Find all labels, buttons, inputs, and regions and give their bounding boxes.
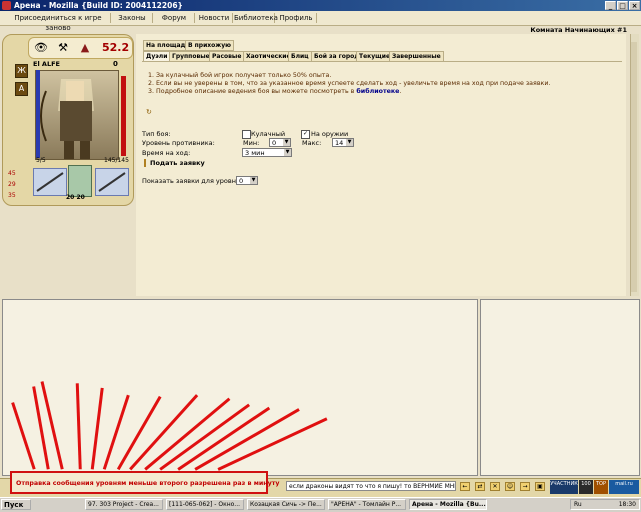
hp-value: 5/5 bbox=[36, 157, 46, 164]
chat-notice: Отправка сообщения уровням меньше второг… bbox=[10, 471, 279, 494]
rules-text: 1. За кулачный бой игрок получает только… bbox=[148, 72, 550, 96]
menu-profile[interactable]: Профиль bbox=[276, 13, 317, 23]
chevron-down-icon: ▼ bbox=[346, 139, 353, 146]
task-1[interactable]: 97. 303 Project - Crea... bbox=[85, 499, 163, 510]
mp-value: 145/145 bbox=[104, 157, 129, 164]
left-weapon-slot[interactable] bbox=[33, 168, 67, 196]
maximize-icon[interactable]: □ bbox=[617, 1, 628, 10]
turn-time-select[interactable]: 3 мин ▼ bbox=[242, 148, 292, 157]
min-level-value: 0 bbox=[272, 139, 277, 147]
mailru-badge[interactable]: mail.ru bbox=[609, 480, 639, 494]
character-toolbar: 👁 ⚒ ▲ 52.2 bbox=[28, 37, 133, 59]
submit-request-button[interactable]: Подать заявку bbox=[144, 159, 205, 167]
min-level-select[interactable]: 0 ▼ bbox=[269, 138, 291, 147]
show-level-select[interactable]: 0 ▼ bbox=[236, 176, 258, 185]
refresh-icon[interactable]: ↻ bbox=[146, 108, 152, 116]
chat-notice-text: Отправка сообщения уровням меньше второг… bbox=[16, 480, 280, 487]
wizard-hat-icon[interactable]: ▲ bbox=[77, 40, 93, 56]
chat-swap-button[interactable]: ⇄ bbox=[475, 482, 485, 491]
armor-slot[interactable] bbox=[68, 165, 92, 197]
show-level-label: Показать заявки для уровня: bbox=[142, 177, 243, 185]
minimize-icon[interactable]: _ bbox=[605, 1, 616, 10]
side-tab-1[interactable]: Ж bbox=[15, 64, 28, 78]
max-level-select[interactable]: 14 ▼ bbox=[332, 138, 354, 147]
chat-options-button[interactable]: ▣ bbox=[535, 482, 545, 491]
scrollbar-thumb[interactable] bbox=[631, 42, 637, 292]
stat-1: 45 bbox=[8, 170, 16, 177]
task-4[interactable]: "АРЕНА" - Томлайн Р... bbox=[328, 499, 406, 510]
users-pane bbox=[480, 299, 640, 476]
chat-send-button[interactable]: → bbox=[520, 482, 530, 491]
fist-checkbox[interactable] bbox=[242, 130, 251, 139]
ammo-count: 20 20 bbox=[66, 194, 85, 201]
weapon-label: На оружии bbox=[311, 130, 349, 138]
character-avatar bbox=[35, 70, 119, 160]
library-link[interactable]: библиотеке bbox=[356, 88, 399, 95]
tools-icon[interactable]: ⚒ bbox=[55, 40, 71, 56]
eye-icon[interactable]: 👁 bbox=[33, 40, 49, 56]
rule-1: 1. За кулачный бой игрок получает только… bbox=[148, 72, 332, 79]
menu-forum[interactable]: Форум bbox=[154, 13, 195, 23]
opponent-level-label: Уровень противника: bbox=[142, 139, 215, 147]
mp-bar bbox=[121, 76, 126, 156]
rule-3-end: . bbox=[399, 88, 402, 95]
member-badge[interactable]: УЧАСТНИК bbox=[550, 480, 578, 494]
turn-time-label: Время на ход: bbox=[142, 149, 191, 157]
player-nick-value: 0 bbox=[113, 60, 118, 68]
player-level: 52.2 bbox=[102, 41, 130, 54]
app-icon bbox=[2, 1, 11, 10]
min-label: Мин: bbox=[243, 139, 260, 147]
site-badges: УЧАСТНИК 100 TOP mail.ru bbox=[550, 480, 640, 494]
tab-hall[interactable]: В прихожую bbox=[185, 40, 235, 51]
taskbar: Пуск 97. 303 Project - Crea... [111-065-… bbox=[0, 497, 641, 512]
menu-library[interactable]: Библиотека bbox=[234, 13, 278, 23]
menu-laws[interactable]: Законы bbox=[112, 13, 153, 23]
chevron-down-icon: ▼ bbox=[250, 177, 257, 184]
menu-news[interactable]: Новости bbox=[196, 13, 233, 23]
system-tray: Ru 18:30 bbox=[570, 499, 640, 510]
top-badge[interactable]: TOP bbox=[594, 480, 608, 494]
menu-bar: Присоединиться к игре заново Законы Фору… bbox=[0, 11, 641, 32]
task-2[interactable]: [111-065-062] - Окно... bbox=[166, 499, 244, 510]
chevron-down-icon: ▼ bbox=[283, 139, 290, 146]
close-icon[interactable]: × bbox=[629, 1, 640, 10]
rule-3-text: 3. Подробное описание ведения боя вы мож… bbox=[148, 88, 357, 95]
fist-label: Кулачный bbox=[251, 130, 286, 138]
player-nick: El ALFE bbox=[33, 60, 60, 68]
menu-rejoin[interactable]: Присоединиться к игре заново bbox=[6, 13, 111, 32]
chat-input[interactable]: если драконы видят то что я пишу! то ВЕР… bbox=[286, 481, 456, 491]
chevron-down-icon: ▼ bbox=[284, 149, 291, 156]
fight-type-label: Тип боя: bbox=[142, 130, 171, 138]
tab-divider bbox=[142, 61, 622, 62]
elf-archer-image bbox=[40, 79, 94, 159]
show-level-value: 0 bbox=[239, 177, 244, 185]
chat-smile-button[interactable]: ☺ bbox=[505, 482, 515, 491]
max-level-value: 14 bbox=[335, 139, 344, 147]
chat-clear-button[interactable]: ✕ bbox=[490, 482, 500, 491]
start-button[interactable]: Пуск bbox=[1, 499, 31, 510]
weapon-checkbox[interactable]: ✓ bbox=[301, 130, 310, 139]
stat-3: 35 bbox=[8, 192, 16, 199]
language-indicator[interactable]: Ru bbox=[574, 500, 582, 510]
clock: 18:30 bbox=[618, 501, 636, 508]
task-3[interactable]: Козацкая Сичь -> Пе... bbox=[247, 499, 325, 510]
room-name: Комната Начинающих #1 bbox=[530, 26, 627, 34]
side-tab-2[interactable]: А bbox=[15, 82, 28, 96]
right-weapon-slot[interactable] bbox=[95, 168, 129, 196]
chat-back-button[interactable]: ← bbox=[460, 482, 470, 491]
max-label: Макс: bbox=[302, 139, 322, 147]
stat-list: 45 29 35 bbox=[8, 168, 16, 201]
hp-bar bbox=[36, 70, 40, 158]
rating-badge[interactable]: 100 bbox=[579, 480, 593, 494]
rule-3: 3. Подробное описание ведения боя вы мож… bbox=[148, 88, 550, 96]
title-bar: Арена - Mozilla {Build ID: 2004112206} _… bbox=[0, 0, 641, 11]
task-5[interactable]: Арена - Mozilla {Bu... bbox=[409, 499, 487, 510]
rule-2: 2. Если вы не уверены в том, что за указ… bbox=[148, 80, 551, 87]
turn-time-value: 3 мин bbox=[245, 149, 265, 157]
chat-pane bbox=[2, 299, 478, 476]
stat-2: 29 bbox=[8, 181, 16, 188]
window-title: Арена - Mozilla {Build ID: 2004112206} bbox=[14, 1, 183, 10]
